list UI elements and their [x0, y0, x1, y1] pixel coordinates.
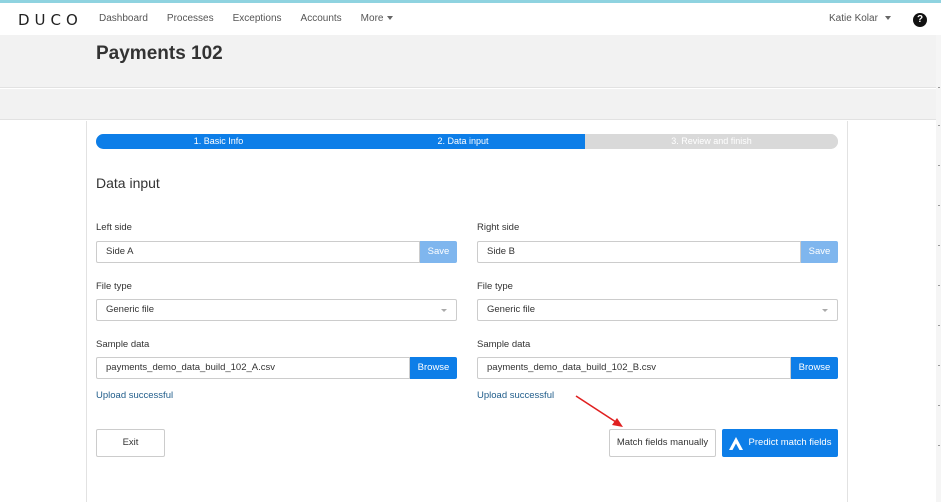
page-subheader: [0, 89, 936, 120]
right-sample-file-input[interactable]: payments_demo_data_build_102_B.csv: [477, 357, 791, 379]
left-side-input-group: Side A Save: [96, 241, 457, 263]
right-side-input-group: Side B Save: [477, 241, 838, 263]
right-file-type-label: File type: [477, 281, 513, 292]
vertical-scrollbar[interactable]: [936, 35, 941, 502]
exit-button[interactable]: Exit: [96, 429, 165, 457]
left-side-name-input[interactable]: Side A: [96, 241, 420, 263]
nav-exceptions[interactable]: Exceptions: [233, 13, 282, 24]
nav-dashboard[interactable]: Dashboard: [99, 13, 148, 24]
right-sample-data-label: Sample data: [477, 339, 531, 350]
left-file-type-label: File type: [96, 281, 132, 292]
step-data-input[interactable]: 2. Data input: [341, 134, 585, 149]
scroll-mark: [938, 445, 940, 446]
step-review-finish: 3. Review and finish: [585, 134, 838, 149]
nav-more-dropdown[interactable]: More: [361, 13, 394, 24]
help-icon[interactable]: ?: [913, 13, 927, 27]
left-browse-button[interactable]: Browse: [410, 357, 457, 379]
right-file-type-value: Generic file: [487, 304, 536, 315]
right-side-label: Right side: [477, 222, 520, 233]
left-file-type-value: Generic file: [106, 304, 155, 315]
nav-processes[interactable]: Processes: [167, 13, 214, 24]
scroll-mark: [938, 205, 940, 206]
scroll-mark: [938, 285, 940, 286]
nav-more-label: More: [360, 13, 384, 24]
left-sample-file-input[interactable]: payments_demo_data_build_102_A.csv: [96, 357, 410, 379]
user-name: Katie Kolar: [829, 13, 878, 24]
left-sample-input-group: payments_demo_data_build_102_A.csv Brows…: [96, 357, 457, 379]
left-upload-status[interactable]: Upload successful: [96, 390, 173, 401]
nav-accounts[interactable]: Accounts: [301, 13, 342, 24]
page-title: Payments 102: [96, 43, 223, 64]
chevron-down-icon: [387, 16, 394, 21]
right-file-type-select[interactable]: Generic file: [477, 299, 838, 321]
section-title: Data input: [96, 175, 160, 191]
scroll-mark: [938, 87, 940, 88]
top-navbar: DUCO Dashboard Processes Exceptions Acco…: [0, 3, 941, 35]
duco-logo[interactable]: DUCO: [18, 11, 83, 29]
chevron-down-icon: [441, 309, 447, 312]
right-side-save-button[interactable]: Save: [801, 241, 838, 263]
wizard-progress-bar: 1. Basic Info 2. Data input 3. Review an…: [96, 134, 838, 149]
left-file-type-select[interactable]: Generic file: [96, 299, 457, 321]
red-arrow-annotation: [575, 395, 623, 427]
right-side-name-input[interactable]: Side B: [477, 241, 801, 263]
scroll-mark: [938, 405, 940, 406]
right-browse-button[interactable]: Browse: [791, 357, 838, 379]
scroll-mark: [938, 125, 940, 126]
match-fields-manually-button[interactable]: Match fields manually: [609, 429, 716, 457]
chevron-down-icon: [884, 16, 891, 21]
predict-match-fields-label: Predict match fields: [748, 437, 832, 448]
step-basic-info[interactable]: 1. Basic Info: [96, 134, 341, 149]
scroll-mark: [938, 165, 940, 166]
scroll-mark: [938, 245, 940, 246]
chevron-down-icon: [822, 309, 828, 312]
main-nav: Dashboard Processes Exceptions Accounts …: [99, 13, 412, 24]
right-upload-status[interactable]: Upload successful: [477, 390, 554, 401]
left-sample-data-label: Sample data: [96, 339, 150, 350]
user-menu[interactable]: Katie Kolar: [829, 13, 891, 24]
duco-ai-icon: [728, 436, 743, 450]
page-header: Payments 102: [0, 35, 936, 88]
right-sample-input-group: payments_demo_data_build_102_B.csv Brows…: [477, 357, 838, 379]
scroll-mark: [938, 325, 940, 326]
left-side-save-button[interactable]: Save: [420, 241, 457, 263]
left-side-label: Left side: [96, 222, 132, 233]
predict-match-fields-button[interactable]: Predict match fields: [722, 429, 838, 457]
scroll-mark: [938, 365, 940, 366]
